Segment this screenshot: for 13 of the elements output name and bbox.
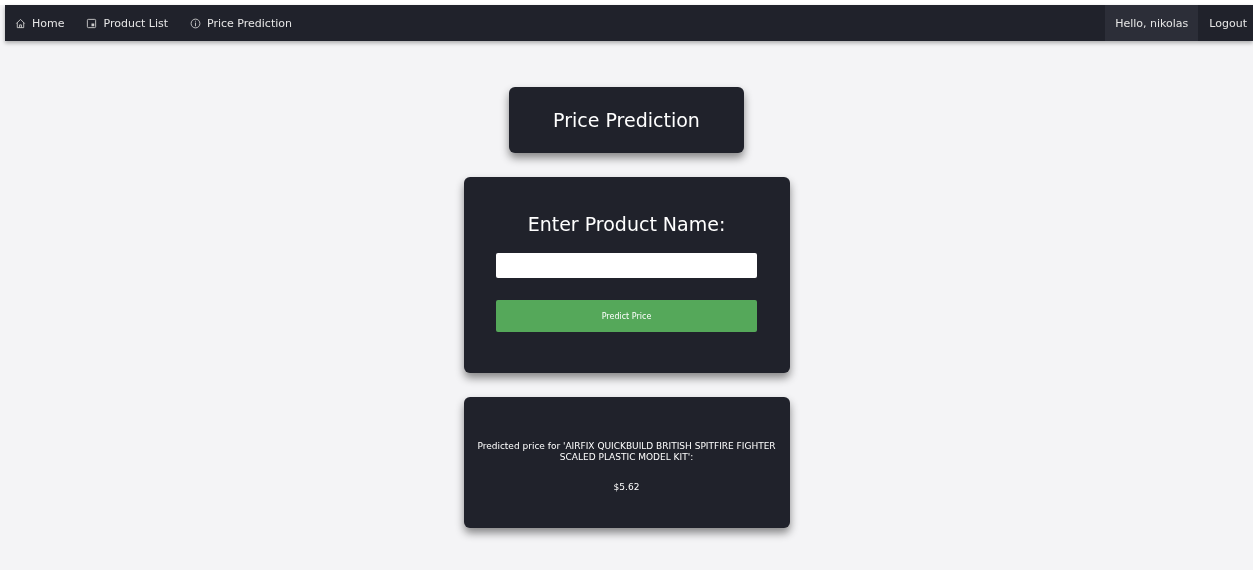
predicted-price: $5.62 — [613, 482, 640, 493]
form-heading: Enter Product Name: — [527, 213, 726, 235]
user-greeting: Hello, nikolas — [1105, 5, 1199, 41]
product-name-field[interactable] — [496, 253, 757, 278]
info-icon — [190, 17, 201, 29]
logout-link[interactable]: Logout — [1198, 5, 1253, 41]
window-icon — [86, 17, 98, 29]
nav-link[interactable]: Home — [15, 16, 65, 30]
prediction-message: Predicted price for 'AIRFIX QUICKBUILD BRITISH SPITFIRE FIGHTER SCALED PLASTIC MODEL KIT': — [476, 440, 777, 463]
nav-link[interactable]: Product List — [86, 16, 168, 30]
nav-link[interactable]: Price Prediction — [190, 16, 292, 30]
home-icon — [15, 17, 26, 29]
page-title: Price Prediction — [553, 109, 700, 131]
